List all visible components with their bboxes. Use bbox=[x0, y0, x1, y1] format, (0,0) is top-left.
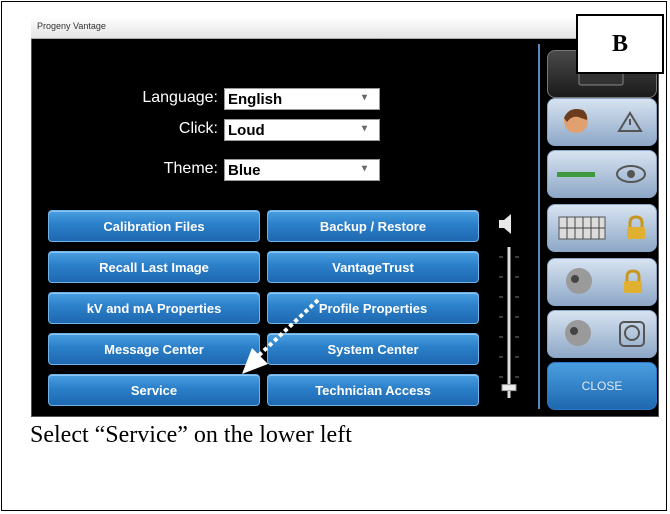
head-outline-icon bbox=[618, 321, 645, 347]
instruction-caption: Select “Service” on the lower left bbox=[30, 422, 352, 448]
language-label: Language: bbox=[142, 89, 218, 106]
skull-xray-icon bbox=[566, 268, 592, 294]
sidebar-ceph-lock-button[interactable] bbox=[547, 258, 657, 306]
language-select[interactable]: English ▾ bbox=[224, 88, 380, 110]
sidebar-preview-button[interactable] bbox=[547, 150, 657, 198]
lock-icon bbox=[626, 215, 645, 239]
click-label: Click: bbox=[178, 120, 218, 137]
sidebar-ceph-view-button[interactable] bbox=[547, 310, 657, 358]
message-center-button[interactable]: Message Center bbox=[48, 333, 260, 365]
click-select[interactable]: Loud ▾ bbox=[224, 119, 380, 141]
panel-tag: B bbox=[576, 14, 664, 74]
kv-ma-properties-button[interactable]: kV and mA Properties bbox=[48, 292, 260, 324]
close-button[interactable]: CLOSE bbox=[547, 362, 657, 410]
chevron-down-icon: ▾ bbox=[361, 92, 367, 103]
volume-slider[interactable] bbox=[494, 212, 524, 408]
window-titlebar: Progeny Vantage bbox=[31, 17, 659, 39]
service-button[interactable]: Service bbox=[48, 374, 260, 406]
theme-value: Blue bbox=[228, 162, 261, 179]
click-value: Loud bbox=[228, 122, 265, 139]
calibration-files-button[interactable]: Calibration Files bbox=[48, 210, 260, 242]
warning-icon bbox=[616, 111, 643, 132]
chevron-down-icon: ▾ bbox=[361, 163, 367, 174]
vantagetrust-button[interactable]: VantageTrust bbox=[267, 251, 479, 283]
sidebar-patient-exposure-button[interactable] bbox=[547, 98, 657, 146]
status-bar-icon bbox=[556, 172, 595, 177]
speaker-icon bbox=[499, 214, 511, 234]
annotation-arrow-icon bbox=[242, 298, 320, 374]
sidebar-divider bbox=[538, 44, 540, 409]
volume-thumb[interactable] bbox=[501, 384, 517, 392]
skull-xray-icon bbox=[564, 320, 591, 346]
lock-icon bbox=[624, 269, 642, 293]
language-value: English bbox=[228, 91, 283, 108]
eye-icon bbox=[615, 165, 646, 183]
backup-restore-button[interactable]: Backup / Restore bbox=[267, 210, 479, 242]
sidebar-teeth-lock-button[interactable] bbox=[547, 204, 657, 252]
chevron-down-icon: ▾ bbox=[361, 123, 367, 134]
theme-label: Theme: bbox=[163, 160, 218, 177]
recall-last-image-button[interactable]: Recall Last Image bbox=[48, 251, 260, 283]
window-title: Progeny Vantage bbox=[37, 21, 106, 31]
teeth-chart-icon bbox=[558, 216, 605, 240]
patient-head-icon bbox=[563, 109, 588, 133]
theme-select[interactable]: Blue ▾ bbox=[224, 159, 380, 181]
